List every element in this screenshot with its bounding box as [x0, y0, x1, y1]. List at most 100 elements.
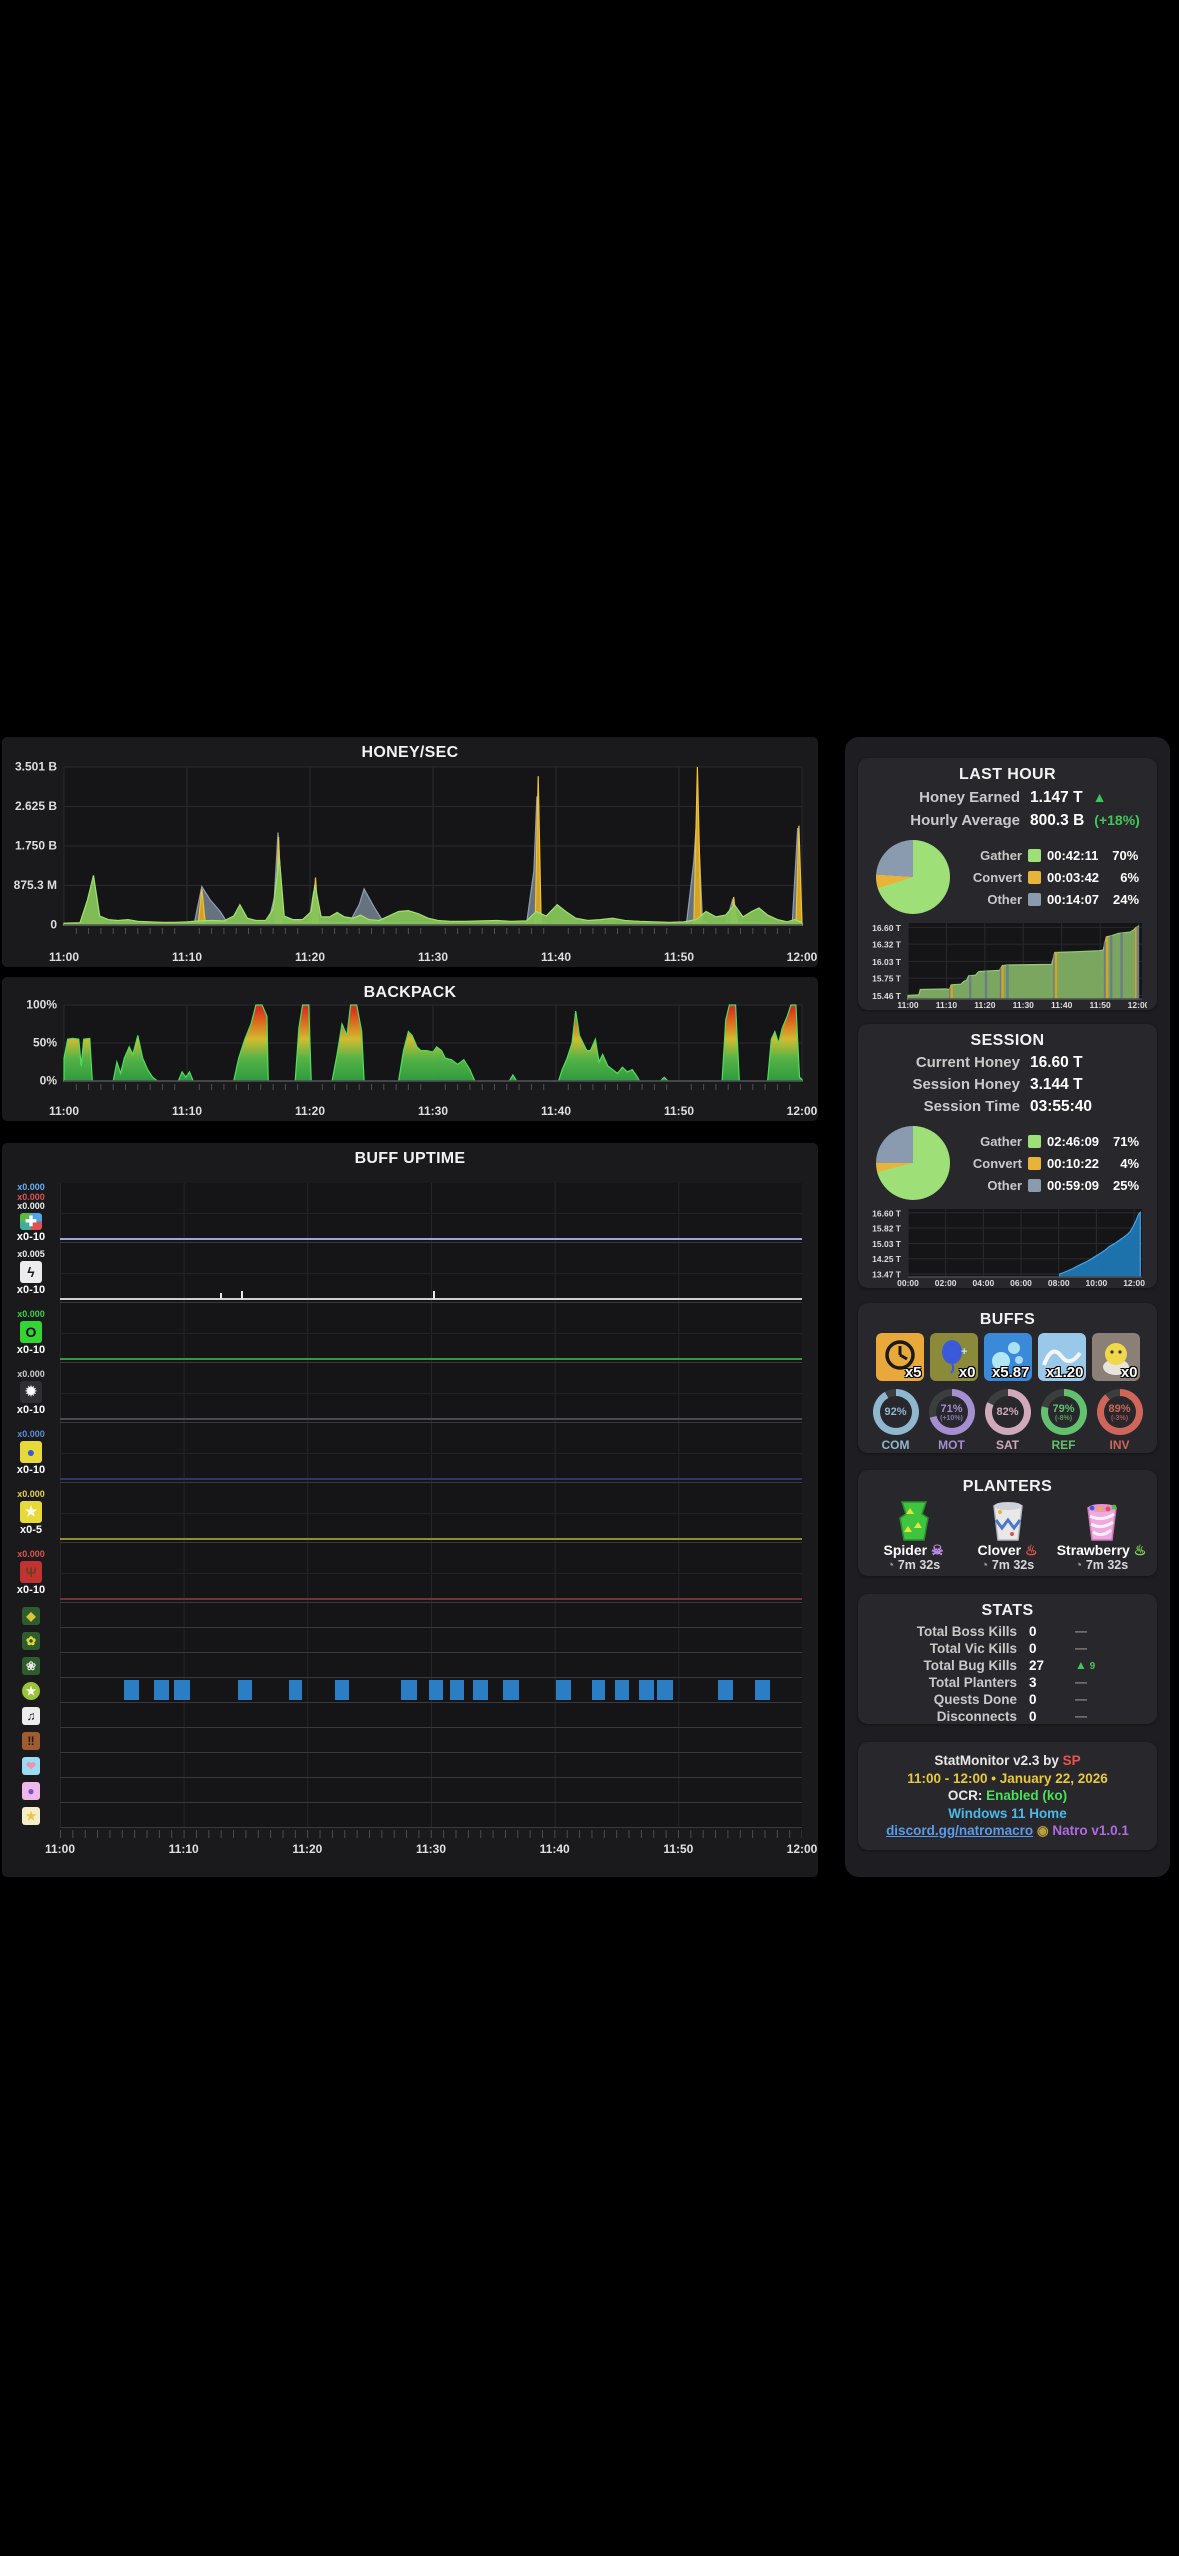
lucky-star-buff-bar	[449, 1680, 465, 1700]
stat-label: Total Vic Kills	[929, 1641, 1017, 1656]
chick-buff-tile: x0	[1091, 1333, 1140, 1381]
lucky-star-buff-bar	[638, 1680, 654, 1700]
buff-uptime-panel: BUFF UPTIME x0.000 x0.000 x0.000 ✚ x0-10 x0.0…	[2, 1143, 818, 1877]
svg-text:1.750 B: 1.750 B	[15, 839, 57, 853]
last-hour-legend-label: Convert	[972, 869, 1022, 885]
planters-row: Spider ☠ ◔ 7m 32s Clover ♨ ◔ 7m 32s Strawber…	[858, 1498, 1157, 1573]
gauge-sat: 82% SAT	[984, 1389, 1031, 1452]
svg-text:11:00: 11:00	[49, 950, 79, 964]
wreath-buff-row	[60, 1653, 802, 1678]
svg-text:00:00: 00:00	[897, 1278, 919, 1288]
lucky-star-buff-gutter: ★	[2, 1678, 60, 1703]
svg-text:3.501 B: 3.501 B	[15, 760, 57, 774]
last-hour-legend-label: Other	[987, 891, 1022, 907]
wave-buff-tile-multiplier: x1.20	[1045, 1364, 1084, 1381]
planter-clover-timer: ◔ 7m 32s	[981, 1558, 1034, 1573]
planter-strawberry-badge-icon: ♨	[1129, 1542, 1147, 1558]
oil-buff-icon: O	[20, 1320, 42, 1343]
oil-buff-row	[60, 1303, 802, 1363]
balloon-buff-tile: + x0	[929, 1333, 978, 1381]
stat-value: 3	[1029, 1675, 1037, 1690]
planter-spider-name: Spider ☠	[883, 1542, 943, 1558]
about-line-4: Windows 11 Home	[858, 1805, 1157, 1823]
star-buff-icon: ★	[20, 1500, 42, 1523]
svg-text:11:40: 11:40	[541, 950, 571, 964]
backpack-panel: BACKPACK 0% 50% 100% 11:00 11:10 11:20 11:30 11…	[2, 977, 818, 1121]
lucky-star-buff-bar	[238, 1680, 252, 1700]
star-buff-gutter: x0.000 ★ x0-5	[2, 1483, 60, 1543]
comet-buff-gutter: ●	[2, 1778, 60, 1803]
buff-axis-label: 11:50	[663, 1842, 694, 1856]
gauge-mot-ring: 71% (+10%)	[928, 1389, 975, 1435]
last-hour-row-value: 1.147 T	[1030, 789, 1083, 806]
stats-card: STATS Total Boss Kills 0 — Total Vic Kills 0…	[858, 1594, 1157, 1724]
gauge-sat-label: SAT	[995, 1438, 1020, 1452]
gauge-mot-hole: 71% (+10%)	[935, 1396, 968, 1428]
session-row-value: 03:55:40	[1030, 1098, 1093, 1115]
reindeer-buff-icon: Ψ	[20, 1560, 42, 1583]
lucky-star-buff-bar	[755, 1680, 770, 1700]
honey-mark-buff-row	[60, 1603, 802, 1628]
session-row-label: Session Honey	[912, 1076, 1020, 1093]
lucky-star-buff-row	[60, 1678, 802, 1703]
timer-text: 7m 32s	[897, 1558, 941, 1572]
last-hour-legend-swatch	[1028, 892, 1041, 906]
planter-spider: Spider ☠ ◔ 7m 32s	[869, 1498, 959, 1573]
lucky-star-buff-icon: ★	[22, 1681, 40, 1700]
oil-buff-uptime-line	[60, 1358, 802, 1360]
buff-axis-label: 11:10	[168, 1842, 199, 1856]
last-hour-legend-pct: 70%	[1112, 847, 1139, 863]
super-crit-buff-uptime-line	[60, 1418, 802, 1420]
gauge-inv-ring: 89% (-3%)	[1096, 1389, 1143, 1435]
gauge-ref: 79% (-8%) REF	[1040, 1389, 1087, 1452]
stat-value: 0	[1029, 1709, 1037, 1724]
super-crit-buff-midline	[60, 1392, 802, 1394]
gauge-inv-pct: 89%	[1108, 1402, 1131, 1415]
bear-morph-buff-gutter: ‼	[2, 1728, 60, 1753]
oil-buff-value-label: x0.000	[17, 1309, 45, 1320]
about-text: Windows 11 Home	[948, 1805, 1067, 1821]
last-hour-legend-time: 00:42:11	[1047, 847, 1099, 863]
statmonitor-dashboard: HONEY/SEC 0 875.3 M 1.750 B 2.625 B 3.501 B1…	[0, 0, 1179, 2556]
session-rows: Current Honey 16.60 T Session Honey 3.144 T…	[858, 1050, 1157, 1118]
star-buff-row	[60, 1483, 802, 1543]
gauge-ref-label: REF	[1051, 1438, 1076, 1452]
super-crit-buff-value-label: x0.000	[17, 1369, 45, 1380]
haste-buff-icon: ϟ	[20, 1260, 42, 1283]
buff-axis-label: 11:00	[44, 1842, 76, 1856]
buff-axis-label: 11:20	[292, 1842, 323, 1856]
melody-buff-row	[60, 1703, 802, 1728]
discord-link[interactable]: discord.gg/natromacro	[886, 1823, 1033, 1838]
clock-buff-tile: x5	[875, 1333, 924, 1381]
planter-clover-name: Clover ♨	[977, 1542, 1037, 1558]
timer-icon: ◔	[1074, 1558, 1086, 1572]
svg-text:02:00: 02:00	[935, 1278, 957, 1288]
stat-delta: —	[1075, 1641, 1087, 1655]
session-row: Session Time 03:55:40	[870, 1096, 1145, 1118]
session-legend-time: 00:10:22	[1047, 1155, 1100, 1171]
bubble-buff-tile-multiplier: x5.87	[991, 1364, 1030, 1381]
reindeer-buff-midline	[60, 1572, 802, 1574]
session-legend-row: Gather 02:46:09 71%	[960, 1131, 1139, 1151]
last-hour-row-label: Honey Earned	[919, 789, 1020, 806]
stat-delta-num: 9	[1086, 1660, 1096, 1672]
timer-text: 7m 32s	[991, 1558, 1035, 1572]
guiding-star-buff-icon: ★	[22, 1806, 40, 1825]
haste-buff-midline	[60, 1272, 802, 1274]
haste-buff-blip	[219, 1293, 222, 1299]
melody-buff-gutter: ♫	[2, 1703, 60, 1728]
gauge-ref-sub: (-8%)	[1054, 1414, 1073, 1422]
gauge-mot-label: MOT	[938, 1438, 965, 1452]
svg-text:04:00: 04:00	[972, 1278, 994, 1288]
lucky-star-buff-bar	[173, 1680, 190, 1700]
stat-label: Disconnects	[936, 1709, 1017, 1724]
melody-buff-icon: ♫	[22, 1706, 40, 1725]
last-hour-mini-chart-holder: 15.46 T 15.75 T 16.03 T 16.32 T 16.60 T 11:00…	[868, 918, 1150, 1019]
star-buff-value-label: x0.000	[17, 1489, 45, 1500]
flower-mark-buff-icon: ✿	[22, 1631, 40, 1650]
about-text: 11:00 - 12:00 • January 22, 2026	[907, 1770, 1108, 1786]
svg-text:14.25 T: 14.25 T	[872, 1254, 902, 1264]
last-hour-legend-row: Other 00:14:07 24%	[960, 889, 1139, 909]
lucky-star-buff-bar	[555, 1680, 571, 1700]
comet-buff-row	[60, 1778, 802, 1803]
